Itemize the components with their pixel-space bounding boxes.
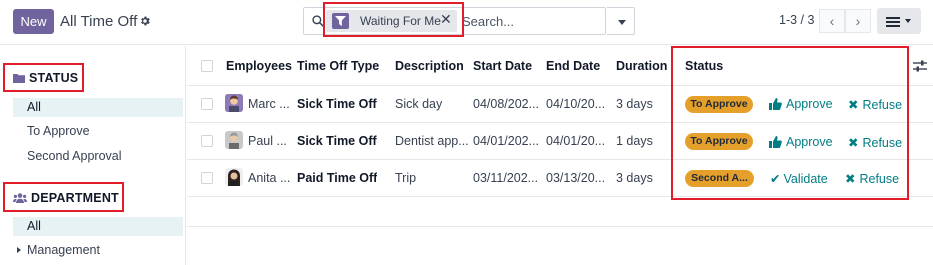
duration: 3 days [616, 97, 653, 111]
sidebar-item-label: Management [27, 243, 100, 257]
employee-name: Paul ... [248, 134, 287, 148]
employee-name: Anita ... [248, 171, 291, 185]
search-panel: STATUS All To Approve Second Approval DE… [0, 46, 186, 265]
table-row-empty [187, 197, 933, 227]
start-date: 04/01/202... [473, 134, 540, 148]
caret-down-icon [618, 20, 626, 25]
column-header-start-date[interactable]: Start Date [473, 59, 532, 73]
start-date: 04/08/202... [473, 97, 540, 111]
time-off-type: Sick Time Off [297, 134, 377, 148]
search-options-toggle[interactable] [607, 7, 635, 35]
duration: 1 days [616, 134, 653, 148]
end-date: 03/13/20... [546, 171, 606, 185]
gear-icon[interactable] [139, 15, 151, 27]
avatar [225, 131, 243, 149]
new-button[interactable]: New [13, 9, 54, 34]
row-checkbox[interactable] [201, 135, 213, 147]
highlight-box-facet [323, 2, 464, 37]
time-off-type: Sick Time Off [297, 97, 377, 111]
highlight-box-department [3, 182, 124, 212]
employee-name: Marc ... [248, 97, 290, 111]
sidebar-status-second-approval[interactable]: Second Approval [13, 147, 183, 166]
duration: 3 days [616, 171, 653, 185]
sidebar-status-all[interactable]: All [13, 98, 183, 117]
description: Trip [395, 171, 417, 185]
start-date: 03/11/202... [473, 171, 539, 185]
sidebar-status-to-approve[interactable]: To Approve [13, 122, 183, 141]
caret-down-icon [905, 19, 911, 23]
column-header-end-date[interactable]: End Date [546, 59, 600, 73]
pager-previous-button[interactable]: ‹ [819, 9, 845, 33]
control-panel: New All Time Off Waiting For Me ✕ 1-3 / … [0, 0, 933, 45]
highlight-box-status-column [671, 46, 909, 200]
time-off-list: Employees Time Off Type Description Star… [187, 46, 933, 265]
description: Dentist app... [395, 134, 469, 148]
optional-columns-icon[interactable] [913, 59, 927, 73]
avatar [225, 168, 243, 186]
end-date: 04/01/20... [546, 134, 606, 148]
row-checkbox[interactable] [201, 98, 213, 110]
caret-right-icon[interactable] [17, 247, 21, 253]
end-date: 04/10/20... [546, 97, 606, 111]
column-header-time-off-type[interactable]: Time Off Type [297, 59, 379, 73]
search-input[interactable] [462, 11, 602, 31]
pager-next-button[interactable]: › [845, 9, 871, 33]
sidebar-department-management[interactable]: Management [13, 241, 183, 260]
avatar [225, 94, 243, 112]
column-header-description[interactable]: Description [395, 59, 464, 73]
highlight-box-status [3, 63, 84, 92]
view-switcher-button[interactable] [877, 8, 921, 34]
list-view-icon [886, 17, 900, 29]
page-title: All Time Off [60, 13, 138, 30]
pager-value[interactable]: 1-3 / 3 [779, 13, 814, 27]
description: Sick day [395, 97, 443, 111]
select-all-checkbox[interactable] [201, 60, 213, 72]
column-header-duration[interactable]: Duration [616, 59, 667, 73]
sidebar-department-all[interactable]: All [13, 217, 183, 236]
time-off-type: Paid Time Off [297, 171, 378, 185]
column-header-employees[interactable]: Employees [226, 59, 292, 73]
row-checkbox[interactable] [201, 172, 213, 184]
